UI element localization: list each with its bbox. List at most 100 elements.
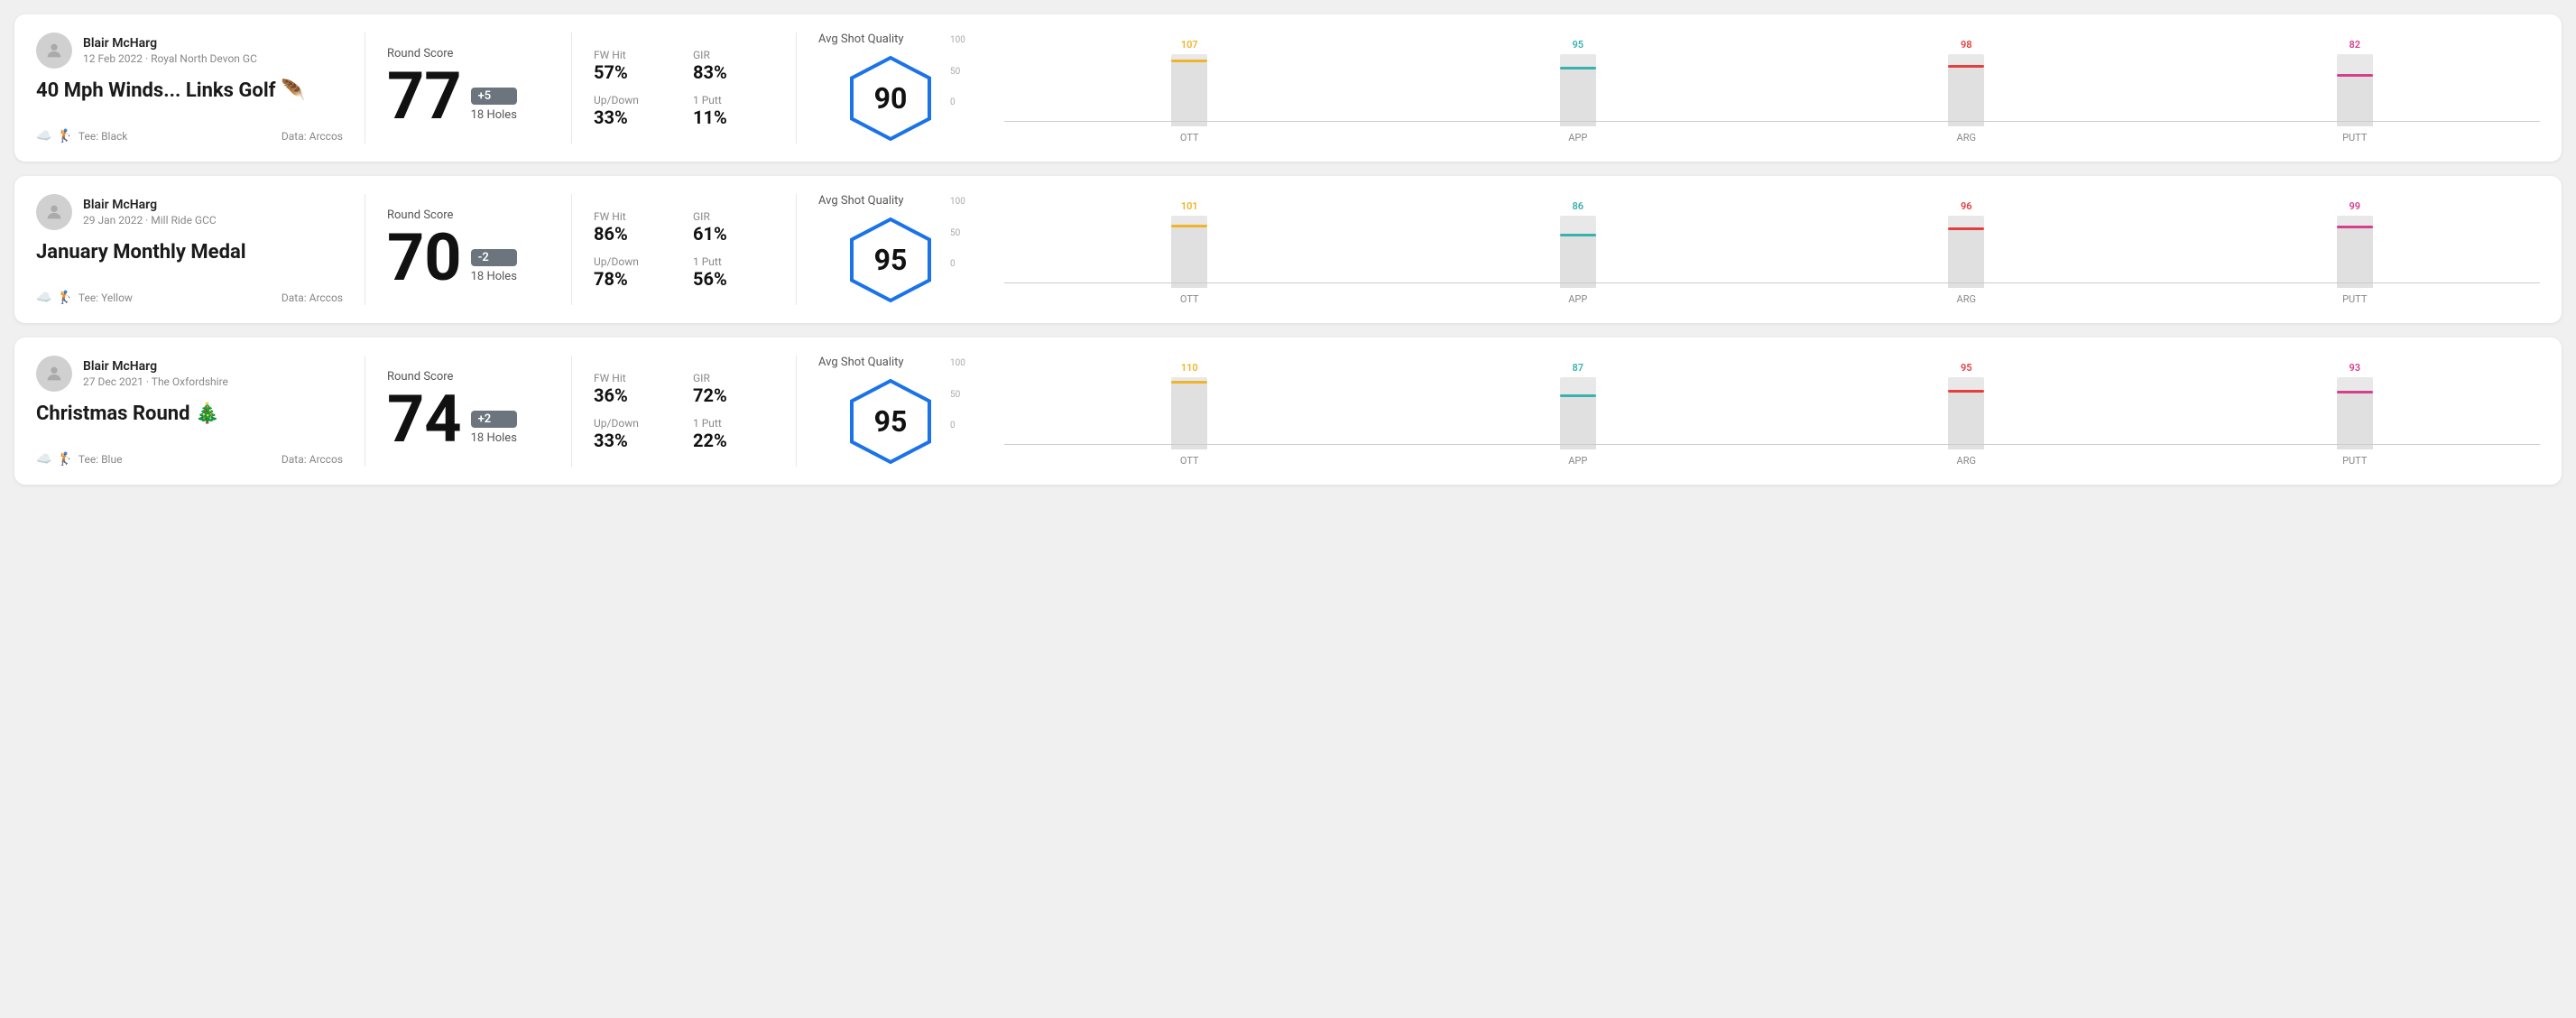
- bar-fill: [2337, 393, 2373, 449]
- date-venue: 27 Dec 2021 · The Oxfordshire: [83, 375, 228, 388]
- y-label: 50: [950, 390, 965, 400]
- bar-column-putt: 93 PUTT: [2170, 362, 2541, 467]
- quality-label: Avg Shot Quality: [818, 194, 904, 208]
- stat-label-gir: GIR: [693, 210, 774, 223]
- bar-axis-label: OTT: [1180, 132, 1199, 143]
- bar-value-label: 95: [1961, 362, 1972, 374]
- bar-value-label: 93: [2349, 362, 2360, 374]
- bar-fill: [1171, 62, 1207, 126]
- axis-line: [1004, 121, 2540, 122]
- bar-value-label: 98: [1961, 39, 1972, 51]
- quality-label: Avg Shot Quality: [818, 32, 904, 46]
- hex-container: 95: [845, 376, 936, 467]
- divider: [796, 356, 797, 467]
- tee-info: ☁️ 🏌️ Tee: Black: [36, 129, 127, 143]
- weather-icon: ☁️: [36, 129, 51, 143]
- bag-icon: 🏌️: [57, 291, 72, 305]
- bar-axis-label: ARG: [1957, 293, 1976, 305]
- bar-fill: [1560, 236, 1596, 288]
- score-badge: +5: [471, 88, 517, 105]
- bar-chart: 110OTT87APP95ARG93PUTT: [1004, 358, 2540, 467]
- bar-wrapper: [1560, 54, 1596, 126]
- bar-column-arg: 95 ARG: [1781, 362, 2152, 467]
- chart-wrapper: 100500101OTT86APP96ARG99PUTT: [977, 197, 2540, 305]
- chart-wrapper: 100500107OTT95APP98ARG82PUTT: [977, 35, 2540, 143]
- bar-axis-label: PUTT: [2342, 293, 2367, 305]
- bar-axis-label: OTT: [1180, 293, 1199, 305]
- score-row: 77+518 Holes: [387, 64, 549, 129]
- score-number: 77: [387, 64, 462, 129]
- chart-section: 100500101OTT86APP96ARG99PUTT: [963, 194, 2540, 305]
- stat-value-fw-hit: 57%: [594, 61, 675, 83]
- tee-info: ☁️ 🏌️ Tee: Yellow: [36, 291, 133, 305]
- stat-fw-hit: FW Hit36%: [594, 372, 675, 406]
- bar-wrapper: [2337, 216, 2373, 288]
- tee-label: Tee: Yellow: [78, 292, 133, 304]
- stat-fw-hit: FW Hit57%: [594, 49, 675, 83]
- data-source-label: Data: Arccos: [282, 130, 343, 143]
- avatar: [36, 194, 72, 230]
- quality-score: 95: [874, 404, 908, 439]
- bar-axis-label: ARG: [1957, 132, 1976, 143]
- bar-axis-label: ARG: [1957, 455, 1976, 467]
- divider: [796, 32, 797, 143]
- bar-wrapper: [1948, 216, 1984, 288]
- bar-value-label: 82: [2349, 39, 2360, 51]
- stat-value-gir: 83%: [693, 61, 774, 83]
- stat-label-fw-hit: FW Hit: [594, 210, 675, 223]
- chart-wrapper: 100500110OTT87APP95ARG93PUTT: [977, 358, 2540, 467]
- hex-container: 90: [845, 53, 936, 143]
- stat-label-gir: GIR: [693, 372, 774, 384]
- chart-y-labels: 100500: [950, 197, 965, 269]
- quality-label: Avg Shot Quality: [818, 356, 904, 369]
- weather-icon: ☁️: [36, 291, 51, 305]
- bar-column-app: 87APP: [1393, 362, 1764, 467]
- divider: [571, 32, 572, 143]
- round-left-section: Blair McHarg29 Jan 2022 · Mill Ride GCCJ…: [36, 194, 343, 305]
- stat-value-fw-hit: 86%: [594, 223, 675, 245]
- stat-up-down: Up/Down33%: [594, 417, 675, 451]
- stat-value-up-down: 33%: [594, 106, 675, 128]
- user-header: Blair McHarg29 Jan 2022 · Mill Ride GCC: [36, 194, 343, 230]
- bar-wrapper: [1948, 377, 1984, 449]
- stats-section: FW Hit57%GIR83%Up/Down33%1 Putt11%: [594, 32, 774, 143]
- stat-up-down: Up/Down33%: [594, 94, 675, 128]
- stats-grid: FW Hit36%GIR72%Up/Down33%1 Putt22%: [594, 372, 774, 451]
- tee-info: ☁️ 🏌️ Tee: Blue: [36, 452, 122, 467]
- y-label: 100: [950, 358, 965, 368]
- chart-section: 100500110OTT87APP95ARG93PUTT: [963, 356, 2540, 467]
- score-section: Round Score77+518 Holes: [387, 32, 549, 143]
- avatar: [36, 32, 72, 69]
- bar-value-label: 101: [1181, 200, 1198, 212]
- bar-indicator: [1948, 65, 1984, 68]
- bar-axis-label: PUTT: [2342, 132, 2367, 143]
- y-label: 0: [950, 259, 965, 269]
- bar-wrapper: [2337, 377, 2373, 449]
- data-source-label: Data: Arccos: [282, 292, 343, 304]
- bar-indicator: [1560, 394, 1596, 397]
- bar-value-label: 86: [1572, 200, 1583, 212]
- bar-axis-label: PUTT: [2342, 455, 2367, 467]
- bag-icon: 🏌️: [57, 129, 72, 143]
- user-info: Blair McHarg27 Dec 2021 · The Oxfordshir…: [83, 359, 228, 388]
- stat-value-up-down: 78%: [594, 268, 675, 290]
- bar-value-label: 110: [1181, 362, 1198, 374]
- bar-axis-label: APP: [1568, 455, 1587, 467]
- bar-fill: [2337, 77, 2373, 126]
- stats-section: FW Hit86%GIR61%Up/Down78%1 Putt56%: [594, 194, 774, 305]
- user-name: Blair McHarg: [83, 198, 217, 212]
- chart-section: 100500107OTT95APP98ARG82PUTT: [963, 32, 2540, 143]
- score-badge: +2: [471, 411, 517, 428]
- bar-fill: [1560, 397, 1596, 449]
- user-info: Blair McHarg29 Jan 2022 · Mill Ride GCC: [83, 198, 217, 227]
- bar-fill: [1948, 230, 1984, 288]
- stat-one-putt: 1 Putt11%: [693, 94, 774, 128]
- y-label: 0: [950, 97, 965, 107]
- avatar: [36, 356, 72, 392]
- stat-one-putt: 1 Putt56%: [693, 255, 774, 290]
- bar-fill: [1171, 227, 1207, 288]
- stats-grid: FW Hit86%GIR61%Up/Down78%1 Putt56%: [594, 210, 774, 290]
- bar-fill: [1560, 69, 1596, 126]
- y-label: 100: [950, 35, 965, 45]
- bar-chart: 101OTT86APP96ARG99PUTT: [1004, 197, 2540, 305]
